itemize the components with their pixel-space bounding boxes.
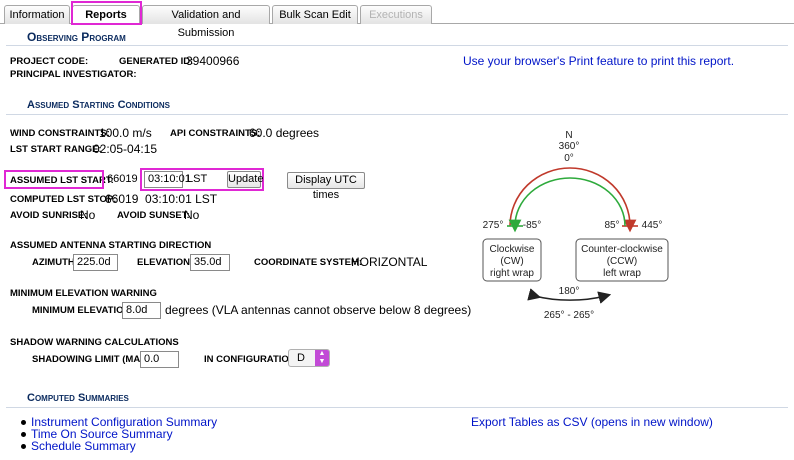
reports-tab-highlight: [71, 1, 142, 25]
display-utc-times-button[interactable]: Display UTC times: [287, 172, 365, 201]
lst-start-range-value: 02:05-04:15: [93, 142, 158, 156]
computed-lst-stop-value: 66019 03:10:01 LST: [105, 192, 218, 206]
bullet-icon: [21, 432, 26, 437]
api-constraints-value: 60.0 degrees: [249, 126, 320, 140]
cw-arc: [509, 167, 637, 233]
diagram-label-180: 180°: [559, 286, 580, 297]
update-button[interactable]: Update: [227, 171, 263, 188]
schedule-summary-link[interactable]: Schedule Summary: [31, 439, 136, 453]
coordinate-system-value: HORIZONTAL: [351, 255, 428, 269]
section-divider: [6, 407, 788, 408]
generated-id-label: GENERATED ID:: [119, 56, 194, 67]
diagram-label-range: 265° - 265°: [544, 310, 594, 321]
chevron-up-down-icon: ▲ ▼: [315, 350, 329, 366]
elevation-input[interactable]: 35.0d: [190, 254, 230, 271]
tab-executions: Executions: [360, 5, 432, 24]
tab-information[interactable]: Information: [4, 5, 70, 24]
minimum-elevation-input[interactable]: 8.0d: [122, 302, 161, 319]
diagram-label-445: 445°: [642, 220, 663, 231]
lst-start-range-label: LST START RANGE:: [10, 144, 102, 155]
section-divider: [6, 45, 788, 46]
lst-start-time-input[interactable]: 03:10:01: [144, 171, 191, 188]
api-constraints-label: API CONSTRAINTS:: [170, 128, 261, 139]
elevation-label: ELEVATION:: [137, 257, 194, 268]
computed-lst-stop-label: COMPUTED LST STOP:: [10, 194, 117, 205]
lst-suffix: LST: [187, 173, 208, 185]
diagram-label-85: 85°: [604, 220, 619, 231]
bullet-icon: [21, 444, 26, 449]
ccw-label-2: (CCW): [607, 256, 638, 267]
section-divider: [6, 114, 788, 115]
minimum-elevation-label: MINIMUM ELEVATION:: [32, 305, 134, 316]
ccw-label-3: left wrap: [603, 268, 641, 279]
configuration-select[interactable]: D ▲ ▼: [288, 349, 330, 367]
cw-label-3: right wrap: [490, 268, 534, 279]
generated-id-value: 39400966: [186, 54, 240, 68]
tab-validation-and-submission[interactable]: Validation and Submission: [142, 5, 270, 39]
diagram-label-360: 360°: [559, 141, 580, 152]
principal-investigator-label: PRINCIPAL INVESTIGATOR:: [10, 69, 137, 80]
tab-bulk-scan-edit[interactable]: Bulk Scan Edit: [272, 5, 358, 24]
diagram-label-n: N: [565, 130, 572, 141]
lst-start-label-highlight: [4, 170, 104, 189]
avoid-sunset-label: AVOID SUNSET:: [117, 210, 190, 221]
print-hint: Use your browser's Print feature to prin…: [463, 54, 735, 68]
antenna-wrap-diagram: N 360° 0° 275° -85° 85° 445° Clockwise (…: [482, 130, 669, 321]
ccw-label-1: Counter-clockwise: [581, 244, 663, 255]
azimuth-input[interactable]: 225.0d: [73, 254, 118, 271]
diagram-label-minus85: -85°: [523, 220, 541, 231]
diagram-label-275: 275°: [483, 220, 504, 231]
antenna-direction-title: ASSUMED ANTENNA STARTING DIRECTION: [10, 240, 212, 251]
section-title-assumed-starting-conditions: Assumed Starting Conditions: [27, 99, 170, 111]
azimuth-label: AZIMUTH:: [32, 257, 78, 268]
ccw-arc: [508, 177, 626, 233]
diagram-label-0: 0°: [564, 153, 574, 164]
section-title-observing-program: Observing Program: [27, 30, 126, 44]
cw-label-1: Clockwise: [489, 244, 534, 255]
shadowing-limit-input[interactable]: 0.0: [140, 351, 179, 368]
minimum-elevation-note: degrees (VLA antennas cannot observe bel…: [165, 303, 472, 317]
shadowing-limit-label: SHADOWING LIMIT (MAX):: [32, 354, 153, 365]
assumed-lst-start-day: 66019: [107, 173, 138, 185]
coordinate-system-label: COORDINATE SYSTEM:: [254, 257, 363, 268]
avoid-sunrise-value: No: [80, 208, 96, 222]
cw-label-2: (CW): [500, 256, 523, 267]
avoid-sunset-value: No: [184, 208, 200, 222]
bullet-icon: [21, 420, 26, 425]
section-title-computed-summaries: Computed Summaries: [27, 392, 129, 404]
in-configuration-label: IN CONFIGURATION:: [204, 354, 299, 365]
avoid-sunrise-label: AVOID SUNRISE:: [10, 210, 88, 221]
shadow-warning-title: SHADOW WARNING CALCULATIONS: [10, 337, 179, 348]
export-tables-csv-link[interactable]: Export Tables as CSV (opens in new windo…: [471, 415, 713, 429]
wind-constraints-label: WIND CONSTRAINTS:: [10, 128, 110, 139]
minimum-elevation-title: MINIMUM ELEVATION WARNING: [10, 288, 157, 299]
configuration-select-value: D: [297, 352, 305, 364]
project-code-label: PROJECT CODE:: [10, 56, 89, 67]
wind-constraints-value: 100.0 m/s: [99, 126, 152, 140]
